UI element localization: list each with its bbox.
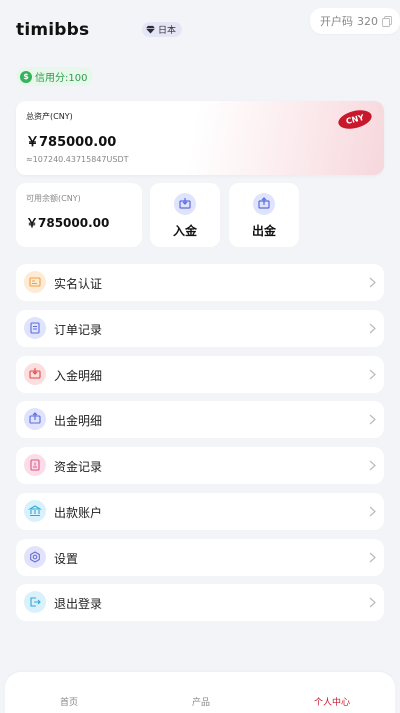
credit-score-label: 信用分:100 [35, 73, 88, 84]
account-code-value: 320 [357, 14, 378, 28]
bottom-tab-bar: 首页 产品 个人中心 [5, 672, 395, 713]
available-balance-card: 可用余额(CNY) ￥785000.00 [16, 183, 142, 247]
deposit-icon [24, 362, 46, 385]
account-code-label: 开户码 [320, 15, 353, 28]
account-code-box[interactable]: 开户码 320 [310, 8, 400, 34]
chevron-right-icon [369, 460, 376, 471]
menu-item-label: 实名认证 [54, 277, 103, 291]
menu-item-settings[interactable]: 设置 [16, 538, 384, 576]
menu-item-label: 退出登录 [54, 597, 103, 612]
logout-icon [24, 591, 46, 614]
funds-record-icon [24, 454, 46, 476]
credit-score-badge: $ 信用分:100 [16, 67, 94, 86]
credit-icon: $ [20, 70, 32, 83]
region-label: 日本 [158, 26, 177, 36]
settings-icon [24, 545, 46, 568]
region-badge: 日本 [142, 22, 183, 37]
chevron-right-icon [369, 414, 376, 425]
total-assets-card: 总资产(CNY) ￥785000.00 ≈107240.43715847USDT… [16, 101, 384, 175]
menu-item-logout[interactable]: 退出登录 [16, 584, 384, 622]
menu-item-label: 订单记录 [54, 322, 103, 337]
tab-products[interactable]: 产品 [192, 695, 210, 708]
total-assets-amount: ￥785000.00 [26, 135, 117, 150]
usdt-equivalent: ≈107240.43715847USDT [26, 155, 129, 164]
withdraw-label: 出金 [251, 224, 276, 238]
currency-badge: CNY [336, 107, 374, 132]
menu-item-label: 入金明细 [54, 368, 103, 383]
menu-item-label: 资金记录 [54, 460, 103, 474]
menu-item-payout-account[interactable]: 出款账户 [16, 492, 384, 530]
menu-item-label: 出款账户 [54, 505, 103, 520]
available-balance-label: 可用余额(CNY) [26, 194, 81, 203]
chevron-right-icon [369, 506, 376, 517]
menu-item-orders[interactable]: 订单记录 [16, 309, 384, 347]
menu-item-deposit-details[interactable]: 入金明细 [16, 355, 384, 393]
menu-list: 实名认证 订单记录 入金明细 出金明细 资金记录 出款账户 设置 退出登录 [16, 264, 384, 630]
menu-item-verification[interactable]: 实名认证 [16, 264, 384, 301]
chevron-right-icon [369, 597, 376, 608]
menu-item-label: 设置 [54, 551, 79, 566]
deposit-label: 入金 [172, 224, 197, 238]
withdraw-icon [253, 193, 275, 215]
copy-icon[interactable] [382, 15, 392, 27]
clipboard-icon [24, 316, 46, 339]
tab-profile[interactable]: 个人中心 [314, 695, 350, 708]
chevron-right-icon [369, 277, 376, 288]
chevron-right-icon [369, 323, 376, 334]
menu-item-withdraw-details[interactable]: 出金明细 [16, 401, 384, 439]
menu-item-funds-records[interactable]: 资金记录 [16, 447, 384, 484]
bank-account-icon [24, 499, 46, 522]
available-balance-amount: ￥785000.00 [26, 216, 110, 230]
deposit-button[interactable]: 入金 [150, 183, 220, 247]
tab-home[interactable]: 首页 [60, 695, 78, 708]
total-assets-label: 总资产(CNY) [26, 112, 73, 121]
diamond-icon [146, 25, 155, 34]
id-card-icon [24, 271, 46, 293]
chevron-right-icon [369, 369, 376, 379]
withdraw-icon [24, 408, 46, 431]
deposit-icon [174, 193, 196, 215]
menu-item-label: 出金明细 [54, 414, 103, 429]
withdraw-button[interactable]: 出金 [229, 183, 299, 247]
chevron-right-icon [369, 552, 376, 562]
